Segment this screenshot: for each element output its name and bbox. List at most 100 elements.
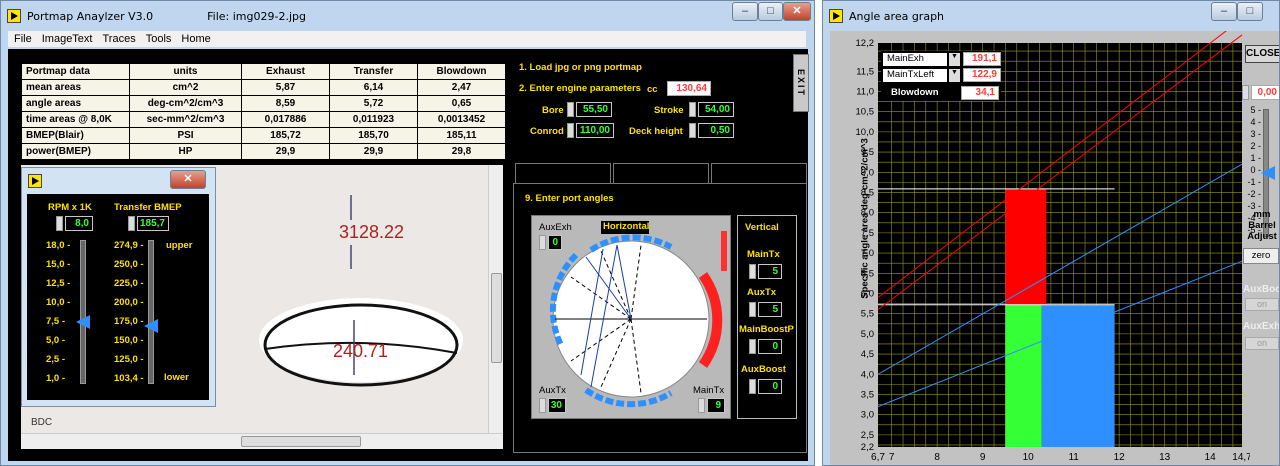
auxboost-spinner[interactable]	[749, 379, 756, 394]
conrod-input[interactable]: 110,00	[576, 123, 614, 138]
scroll-thumb[interactable]	[491, 273, 502, 363]
mainboost-spinner[interactable]	[749, 339, 756, 354]
auxtx-input[interactable]: 5	[758, 302, 782, 317]
mainboost-label: MainBoostP	[739, 324, 794, 335]
bottom-auxtx-spinner[interactable]	[539, 398, 546, 413]
y-tick-label: 11,0	[856, 86, 874, 97]
barrel-scale-tick: 3 -	[1250, 129, 1261, 139]
tab-1[interactable]	[515, 163, 611, 183]
graph-window: Angle area graph – □ 6,7 7 8 9 10 11 12 13 14 14,…	[822, 0, 1280, 466]
deck-height-spinner[interactable]	[689, 123, 696, 138]
auxexh-label: AuxExh	[539, 222, 572, 233]
bmep-tick-label: 150,0 -	[114, 335, 144, 346]
legend-item-mainexh[interactable]: MainExh	[883, 53, 947, 66]
barrel-slider-thumb[interactable]	[1261, 166, 1275, 180]
maintx-input[interactable]: 5	[758, 264, 782, 279]
stroke-label: Stroke	[654, 105, 684, 116]
step1-label: 1. Load jpg or png portmap	[519, 62, 642, 73]
auxexh-input[interactable]: 0	[548, 235, 562, 250]
aux-boost-toggle[interactable]: on	[1245, 298, 1279, 311]
rpm-spinner[interactable]	[56, 216, 63, 231]
menu-file[interactable]: File	[14, 33, 32, 45]
exit-label: EXIT	[796, 68, 806, 97]
y-tick-label: 4,0	[861, 369, 874, 380]
minimize-button[interactable]: –	[732, 2, 758, 21]
x-tick-label: 7	[889, 452, 895, 463]
vertical-label: Vertical	[745, 222, 779, 233]
top-angle-label: 3128.22	[339, 222, 405, 242]
image-hscrollbar[interactable]	[21, 433, 503, 449]
x-tick-label: 12	[1114, 452, 1126, 463]
units-dropdown[interactable]: PSI	[129, 127, 242, 144]
menu-traces[interactable]: Traces	[102, 33, 135, 45]
rpm-label: RPM x 1K	[48, 202, 92, 213]
upper-label: upper	[166, 240, 193, 251]
col-header: Transfer	[329, 63, 418, 80]
rpm-input[interactable]: 8,0	[65, 216, 93, 231]
y-tick-label: 12,2	[856, 38, 875, 49]
stroke-spinner[interactable]	[689, 102, 696, 117]
rpm-slider-track[interactable]	[80, 240, 86, 384]
y-tick-label: 11,5	[856, 66, 874, 77]
conrod-label: Conrod	[530, 126, 564, 137]
x-tick-label: 6,7	[871, 452, 885, 463]
zero-button[interactable]: zero	[1243, 248, 1279, 264]
menu-imagetext[interactable]: ImageText	[42, 33, 93, 45]
bmep-spinner[interactable]	[128, 216, 135, 231]
x-tick-label: 14,7	[1232, 452, 1250, 463]
auxexh-spinner[interactable]	[539, 235, 546, 250]
cell: 5,87	[241, 79, 330, 96]
barrel-spinner[interactable]	[1242, 85, 1249, 100]
legend-dropdown-icon[interactable]: ▼	[949, 53, 960, 66]
cell: 185,11	[417, 127, 506, 144]
col-header: units	[129, 63, 242, 80]
col-header: Portmap data	[21, 63, 130, 80]
graph-maximize-button[interactable]: □	[1237, 2, 1263, 21]
main-window: Portmap Anaylzer V3.0 File: img029-2.jpg…	[0, 0, 815, 466]
bottom-maintx-input[interactable]: 9	[707, 398, 725, 413]
cell: 2,47	[417, 79, 506, 96]
bore-input[interactable]: 55,50	[576, 102, 612, 117]
graph-close-button[interactable]: CLOSE	[1245, 45, 1279, 63]
bottom-auxtx-input[interactable]: 30	[548, 398, 566, 413]
bmep-slider-thumb[interactable]	[144, 318, 158, 333]
exit-button[interactable]: EXIT	[793, 54, 809, 112]
close-button[interactable]: ✕	[783, 2, 811, 21]
bmep-tick-label: 175,0 -	[114, 316, 144, 327]
auxtx-spinner[interactable]	[749, 302, 756, 317]
cell: 0,017886	[241, 111, 330, 128]
aux-exh-toggle[interactable]: on	[1245, 337, 1279, 350]
bottom-maintx-spinner[interactable]	[698, 398, 705, 413]
conrod-spinner[interactable]	[567, 123, 574, 138]
auxboost-input[interactable]: 0	[758, 379, 782, 394]
cell: 0,65	[417, 95, 506, 112]
bore-spinner[interactable]	[567, 102, 574, 117]
table-row: mean areas cm^2 5,87 6,14 2,47	[21, 79, 506, 96]
mainboost-input[interactable]: 0	[758, 339, 782, 354]
maximize-button[interactable]: □	[758, 2, 783, 21]
units-dropdown[interactable]: HP	[129, 143, 242, 160]
stroke-input[interactable]: 54,00	[698, 102, 734, 117]
tab-2[interactable]	[613, 163, 709, 183]
legend-item-maintxleft[interactable]: MainTxLeft	[883, 69, 947, 82]
bmep-input[interactable]: 185,7	[137, 216, 169, 231]
tab-3[interactable]	[711, 163, 807, 183]
deck-height-input[interactable]: 0,50	[698, 123, 734, 138]
rpm-close-button[interactable]: ✕	[170, 170, 206, 189]
table-row: BMEP(Blair) PSI 185,72 185,70 185,11	[21, 127, 506, 144]
menu-home[interactable]: Home	[181, 33, 210, 45]
cell: 29,8	[417, 143, 506, 160]
maintx-spinner[interactable]	[749, 264, 756, 279]
menu-tools[interactable]: Tools	[146, 33, 172, 45]
cell: 8,59	[241, 95, 330, 112]
legend-dropdown-icon[interactable]: ▼	[949, 69, 960, 82]
bmep-slider-track[interactable]	[148, 240, 154, 384]
rpm-slider-thumb[interactable]	[76, 315, 90, 329]
image-vscrollbar[interactable]	[488, 165, 503, 433]
transfer-bmep-label: Transfer BMEP	[114, 202, 182, 213]
graph-minimize-button[interactable]: –	[1211, 2, 1237, 21]
scroll-thumb[interactable]	[241, 436, 361, 447]
horizontal-label: Horizontal	[601, 221, 650, 234]
rpm-window: ✕ RPM x 1K Transfer BMEP 8,0 185,7 upper…	[21, 167, 216, 407]
bar-transfer	[1005, 304, 1042, 447]
